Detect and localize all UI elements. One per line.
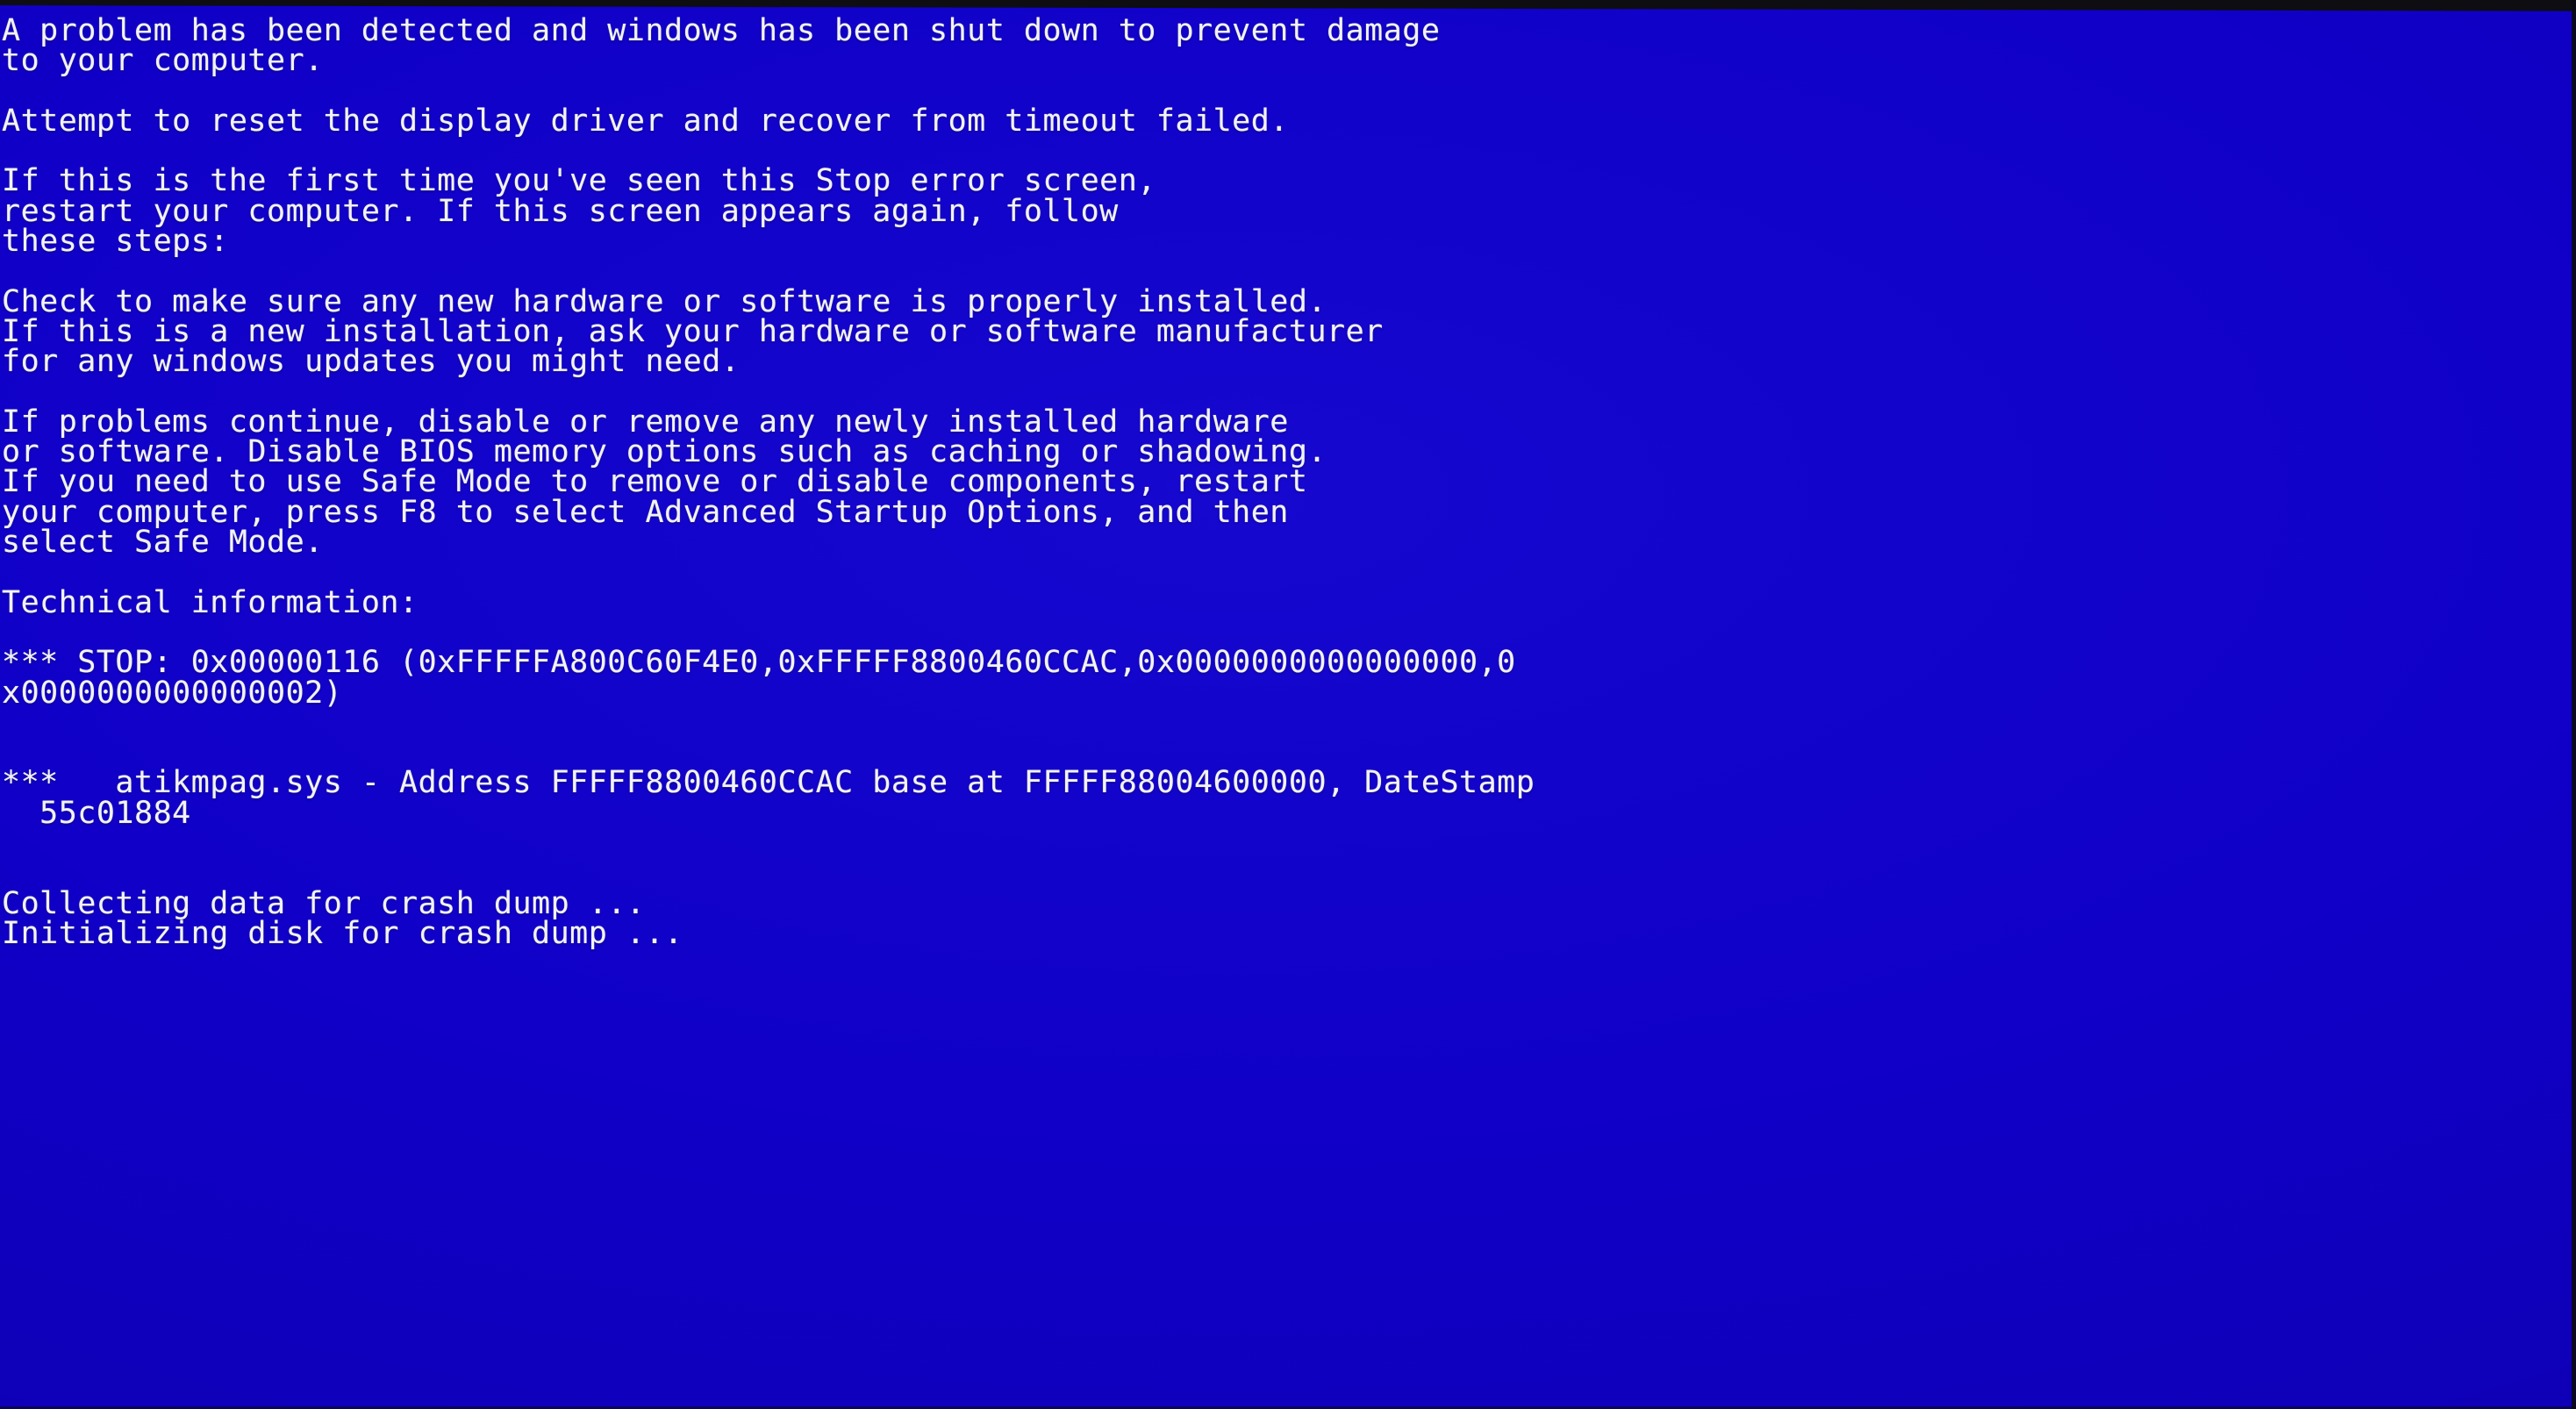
bsod-troubleshoot-line-3: If you need to use Safe Mode to remove o… [2, 464, 1308, 500]
bsod-cause-line-1: Attempt to reset the display driver and … [2, 103, 1289, 139]
bsod-technical-heading: Technical information: [2, 584, 419, 620]
bsod-troubleshoot-line-2: or software. Disable BIOS memory options… [2, 434, 1327, 470]
bsod-hardware-check-line-3: for any windows updates you might need. [2, 344, 741, 380]
bsod-stop-line-1: *** STOP: 0x00000116 (0xFFFFFA800C60F4E0… [2, 645, 1516, 681]
bsod-troubleshoot-line-1: If problems continue, disable or remove … [2, 404, 1289, 440]
bsod-intro-line-1: A problem has been detected and windows … [2, 13, 1441, 48]
bsod-first-time-line-1: If this is the first time you've seen th… [2, 163, 1156, 199]
bsod-intro-line-2: to your computer. [2, 43, 324, 79]
bsod-driver-line-1: *** atikmpag.sys - Address FFFFF8800460C… [2, 765, 1535, 801]
bsod-dump-line-1: Collecting data for crash dump ... [2, 885, 646, 921]
bsod-first-time-line-2: restart your computer. If this screen ap… [2, 193, 1119, 229]
bsod-hardware-check-line-1: Check to make sure any new hardware or s… [2, 283, 1327, 319]
monitor-right-bezel [2572, 0, 2576, 1409]
bsod-dump-line-2: Initializing disk for crash dump ... [2, 915, 683, 951]
bsod-stop-line-2: x0000000000000002) [2, 675, 343, 711]
bsod-first-time-line-3: these steps: [2, 224, 229, 260]
bsod-screen: A problem has been detected and windows … [0, 0, 2576, 1409]
bsod-text-layer: A problem has been detected and windows … [0, 0, 2576, 948]
bsod-hardware-check-line-2: If this is a new installation, ask your … [2, 313, 1384, 349]
bsod-driver-line-2: 55c01884 [2, 795, 191, 831]
bsod-troubleshoot-line-4: your computer, press F8 to select Advanc… [2, 494, 1289, 530]
bsod-troubleshoot-line-5: select Safe Mode. [2, 525, 324, 561]
